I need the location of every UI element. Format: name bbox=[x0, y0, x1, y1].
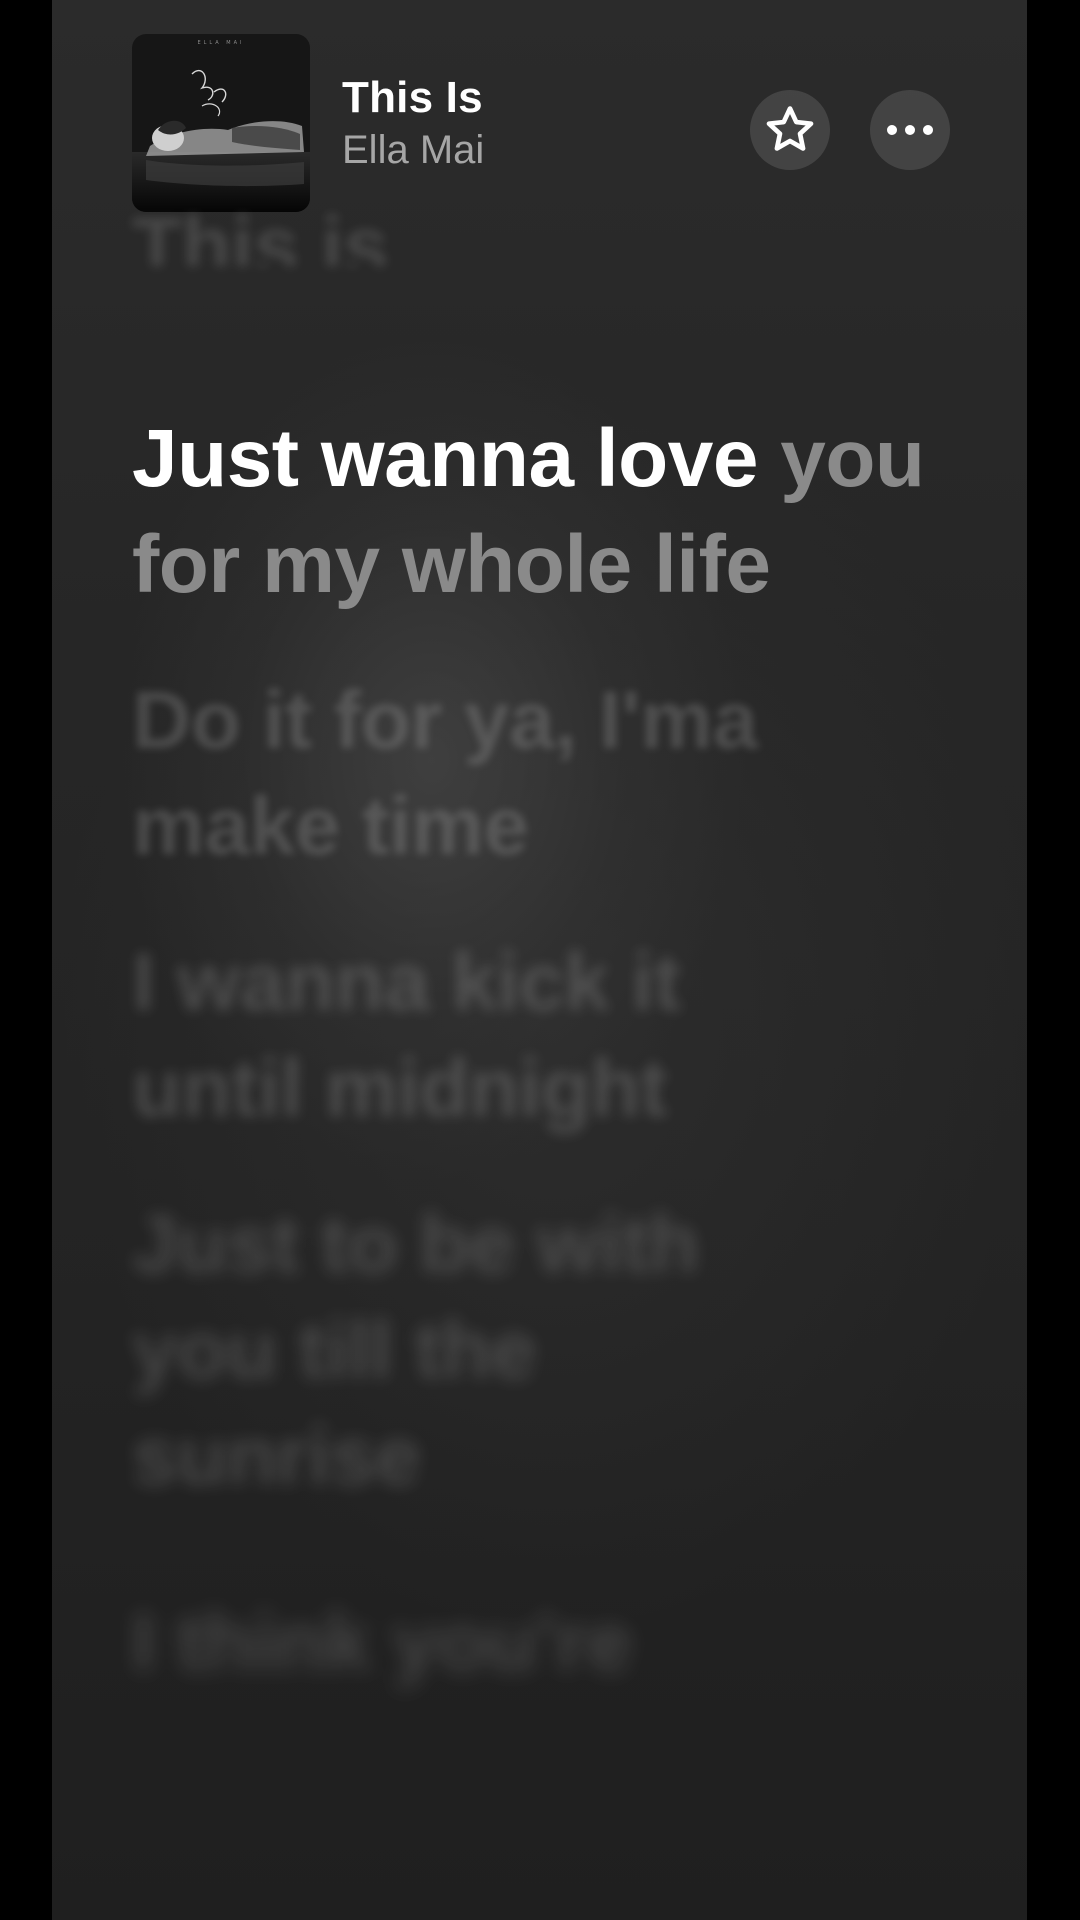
star-icon bbox=[766, 106, 814, 151]
upcoming-lyric-text: I wanna kick it until midnight bbox=[132, 937, 681, 1134]
upcoming-lyric-text: Just to be with you till the sunrise bbox=[132, 1199, 699, 1502]
current-lyric-line[interactable]: Just wanna love you for my whole life bbox=[132, 406, 952, 618]
upcoming-lyric-line[interactable]: I wanna kick it until midnight bbox=[132, 930, 792, 1142]
lyrics-list: This is Just wanna love you for my whole… bbox=[132, 212, 952, 1696]
lyrics-screen: ELLA MAI This Is Ella Mai This is Just w… bbox=[0, 0, 1080, 1920]
lyrics-panel: ELLA MAI This Is Ella Mai This is Just w… bbox=[52, 0, 1027, 1920]
upcoming-lyric-text: Do it for ya, I'ma make time bbox=[132, 675, 758, 872]
upcoming-lyric-line[interactable]: Do it for ya, I'ma make time bbox=[132, 668, 852, 880]
current-lyric-sung: Just wanna love bbox=[132, 413, 758, 504]
previous-lyric-text: This is bbox=[132, 212, 389, 266]
track-title: This Is bbox=[342, 73, 483, 122]
more-options-button[interactable] bbox=[870, 90, 950, 170]
ellipsis-icon bbox=[887, 125, 933, 135]
favorite-button[interactable] bbox=[750, 90, 830, 170]
track-artist[interactable]: Ella Mai bbox=[342, 126, 484, 174]
track-info: This Is Ella Mai bbox=[342, 73, 484, 174]
previous-lyric-line[interactable]: This is bbox=[132, 212, 952, 266]
now-playing-header: ELLA MAI This Is Ella Mai bbox=[132, 34, 952, 212]
album-cover-image: ELLA MAI bbox=[132, 34, 310, 212]
upcoming-lyric-line[interactable]: Just to be with you till the sunrise bbox=[132, 1192, 812, 1510]
album-art[interactable]: ELLA MAI bbox=[132, 34, 310, 212]
upcoming-lyric-text: I think you're bbox=[132, 1597, 633, 1688]
upcoming-lyric-line[interactable]: I think you're bbox=[132, 1590, 832, 1696]
svg-text:ELLA MAI: ELLA MAI bbox=[197, 40, 244, 46]
